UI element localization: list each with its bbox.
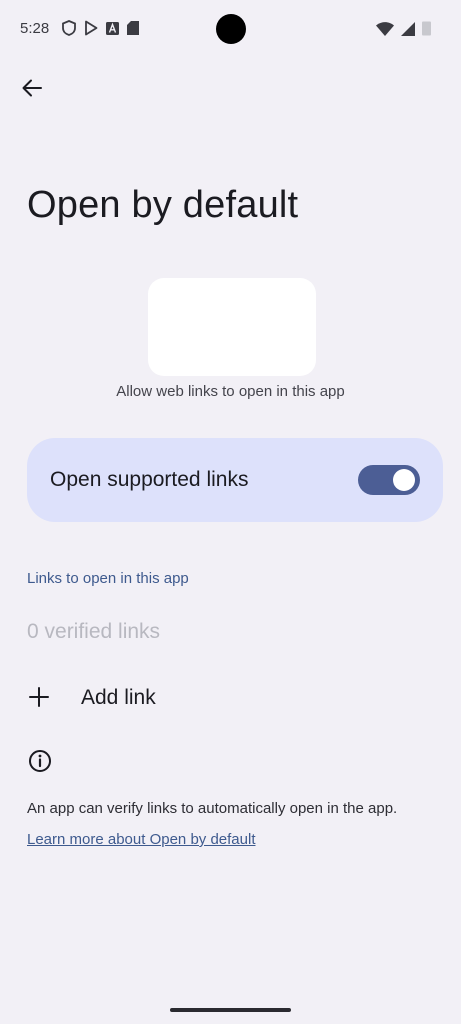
- navigation-handle[interactable]: [170, 1008, 291, 1012]
- status-icons-left: [62, 20, 139, 36]
- open-supported-links-toggle-row[interactable]: Open supported links: [27, 438, 443, 522]
- verified-links-count: 0 verified links: [27, 620, 161, 643]
- open-supported-links-switch[interactable]: [358, 465, 420, 495]
- app-subtitle: Allow web links to open in this app: [116, 383, 345, 400]
- play-store-icon: [84, 20, 98, 36]
- toggle-label: Open supported links: [50, 468, 249, 491]
- info-icon: [28, 749, 52, 778]
- wifi-icon: [376, 21, 394, 41]
- learn-more-link[interactable]: Learn more about Open by default: [27, 831, 256, 848]
- add-link-button[interactable]: Add link: [0, 670, 461, 726]
- add-link-label: Add link: [81, 686, 156, 709]
- cellular-signal-icon: [401, 21, 415, 41]
- switch-knob: [393, 469, 415, 491]
- status-time: 5:28: [20, 20, 50, 37]
- sim-card-icon: [127, 21, 139, 35]
- back-button[interactable]: [14, 74, 50, 106]
- links-section-header: Links to open in this app: [27, 570, 189, 587]
- font-icon: [106, 21, 119, 35]
- plus-icon: [28, 686, 50, 713]
- info-text: An app can verify links to automatically…: [27, 800, 398, 817]
- camera-cutout: [216, 14, 246, 44]
- shield-icon: [62, 20, 76, 36]
- page-title: Open by default: [27, 184, 299, 226]
- status-icons-right: [376, 21, 431, 41]
- status-bar: 5:28: [0, 0, 461, 58]
- app-icon: [148, 278, 316, 376]
- battery-icon: [422, 21, 431, 41]
- arrow-left-icon: [22, 79, 42, 102]
